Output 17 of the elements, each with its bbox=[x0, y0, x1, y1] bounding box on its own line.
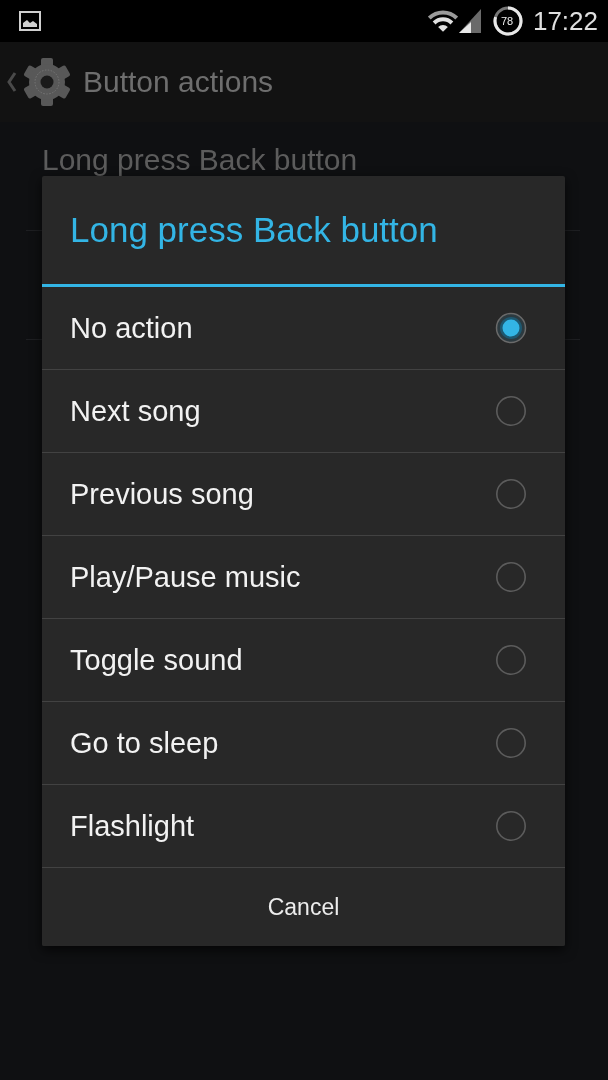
battery-percent: 78 bbox=[500, 15, 514, 27]
dialog-title: Long press Back button bbox=[70, 210, 438, 250]
wifi-icon bbox=[427, 9, 458, 33]
dialog-button[interactable]: Cancel bbox=[42, 868, 565, 946]
gear-icon[interactable] bbox=[22, 57, 72, 107]
option-item[interactable]: No action bbox=[42, 287, 565, 370]
option-item[interactable]: Play/Pause music bbox=[42, 536, 565, 619]
battery-ring-icon bbox=[492, 6, 523, 36]
option-item[interactable]: Go to sleep bbox=[42, 702, 565, 785]
image-icon bbox=[19, 11, 41, 31]
option-item[interactable]: Next song bbox=[42, 370, 565, 453]
back-caret-icon[interactable] bbox=[7, 72, 17, 92]
option-item[interactable]: Previous song bbox=[42, 453, 565, 536]
option-item[interactable]: Toggle sound bbox=[42, 619, 565, 702]
action-bar-title: Button actions bbox=[83, 65, 274, 99]
clock-time: 17:22 bbox=[532, 6, 598, 36]
signal-icon bbox=[458, 9, 481, 33]
